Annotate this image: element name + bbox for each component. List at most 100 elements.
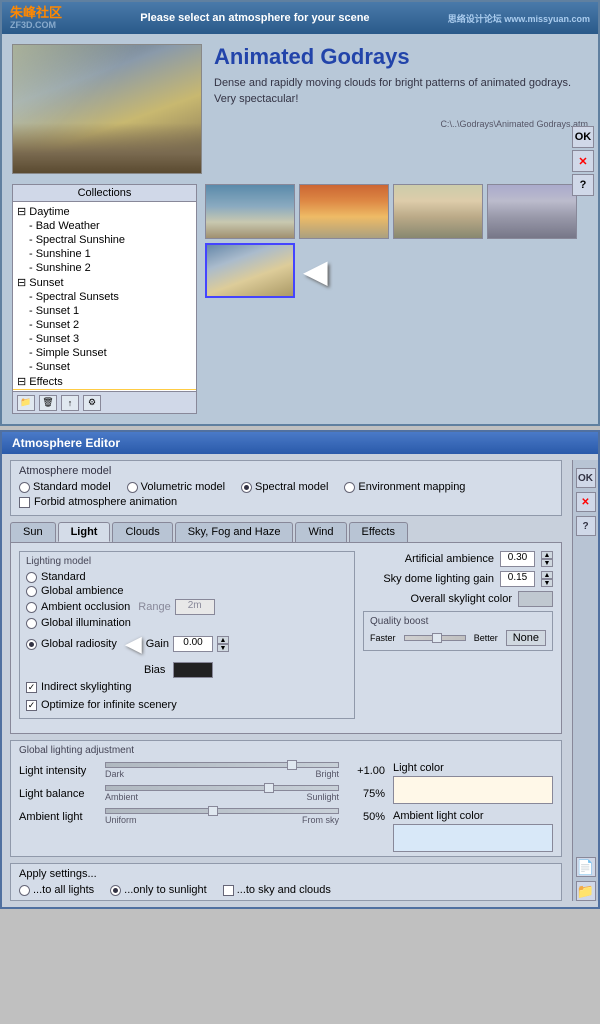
quality-none-btn[interactable]: None [506, 630, 546, 646]
cancel-button-top[interactable]: ✕ [572, 150, 594, 172]
apply-sunlight[interactable]: ...only to sunlight [110, 884, 207, 896]
sky-dome-spinner[interactable]: ▲ ▼ [541, 571, 553, 587]
lm-global-ambience-radio[interactable] [26, 586, 37, 597]
model-volumetric[interactable]: Volumetric model [127, 481, 225, 493]
indirect-sky-checkbox[interactable] [26, 682, 37, 693]
better-label: Better [474, 633, 498, 643]
sd-down[interactable]: ▼ [541, 579, 553, 587]
lm-ambient-occlusion-radio[interactable] [26, 602, 37, 613]
tree-delete-btn[interactable]: 🗑 [39, 395, 57, 411]
apply-sky-clouds[interactable]: ...to sky and clouds [223, 884, 331, 896]
sd-up[interactable]: ▲ [541, 571, 553, 579]
overall-skylight-color[interactable] [518, 591, 553, 607]
lm-global-ambience[interactable]: Global ambience [26, 584, 348, 598]
quality-slider-thumb[interactable] [432, 633, 442, 643]
tab-sun[interactable]: Sun [10, 522, 56, 542]
optimize-infinite-checkbox[interactable] [26, 700, 37, 711]
artificial-ambience-value[interactable]: 0.30 [500, 551, 535, 567]
tree-item-spectral-sunsets[interactable]: - Spectral Sunsets [13, 290, 196, 304]
gain-up[interactable]: ▲ [217, 636, 229, 644]
tab-sky-fog[interactable]: Sky, Fog and Haze [175, 522, 294, 542]
artificial-ambience-spinner[interactable]: ▲ ▼ [541, 551, 553, 567]
light-color-box[interactable] [393, 776, 553, 804]
gain-down[interactable]: ▼ [217, 644, 229, 652]
scene-desc: Dense and rapidly moving clouds for brig… [214, 76, 588, 107]
ok-button-top[interactable]: OK [572, 126, 594, 148]
global-left: Light intensity Dark Bright +1.00 [19, 762, 385, 852]
tree-item-simple-sunset[interactable]: - Simple Sunset [13, 346, 196, 360]
help-button-bottom[interactable]: ? [576, 516, 596, 536]
thumb-active[interactable] [205, 243, 295, 298]
lm-standard-radio[interactable] [26, 572, 37, 583]
tree-settings-btn[interactable]: ⚙ [83, 395, 101, 411]
tree-new-btn[interactable]: 📁 [17, 395, 35, 411]
file-button[interactable]: 📄 [576, 857, 596, 877]
aa-up[interactable]: ▲ [541, 551, 553, 559]
forbid-animation-checkbox[interactable] [19, 497, 30, 508]
apply-all-lights[interactable]: ...to all lights [19, 884, 94, 896]
tree-item-sunshine1[interactable]: - Sunshine 1 [13, 247, 196, 261]
apply-sunlight-radio[interactable] [110, 885, 121, 896]
model-volumetric-radio[interactable] [127, 482, 138, 493]
tree-item-effects[interactable]: ⊟ Effects [13, 374, 196, 389]
tree-item-sunshine2[interactable]: - Sunshine 2 [13, 261, 196, 275]
main-preview[interactable] [12, 44, 202, 174]
gain-input[interactable]: 0.00 [173, 636, 213, 652]
tree-export-btn[interactable]: ↑ [61, 395, 79, 411]
lm-standard[interactable]: Standard [26, 570, 348, 584]
quality-slider-track[interactable] [404, 635, 466, 641]
top-side-buttons: OK ✕ ? [568, 122, 598, 200]
thumb-3[interactable] [393, 184, 483, 239]
light-balance-track[interactable] [105, 785, 339, 791]
model-spectral[interactable]: Spectral model [241, 481, 328, 493]
help-button-top[interactable]: ? [572, 174, 594, 196]
ok-button-bottom[interactable]: OK [576, 468, 596, 488]
light-intensity-thumb[interactable] [287, 760, 297, 770]
ambient-light-color-box[interactable] [393, 824, 553, 852]
tree-item-sunset2[interactable]: - Sunset 2 [13, 318, 196, 332]
tab-effects[interactable]: Effects [349, 522, 408, 542]
lm-global-illumination[interactable]: Global illumination [26, 616, 348, 630]
model-standard-label: Standard model [33, 481, 111, 493]
ambient-light-track[interactable] [105, 808, 339, 814]
sky-dome-value[interactable]: 0.15 [500, 571, 535, 587]
tree-item-badweather[interactable]: - Bad Weather [13, 219, 196, 233]
ambient-light-thumb[interactable] [208, 806, 218, 816]
tree-item-daytime[interactable]: ⊟ Daytime [13, 204, 196, 219]
folder-button[interactable]: 📁 [576, 881, 596, 901]
lm-ambient-occlusion[interactable]: Ambient occlusion Range 2m [26, 598, 348, 616]
tree-item-sunset1[interactable]: - Sunset 1 [13, 304, 196, 318]
tab-clouds[interactable]: Clouds [112, 522, 172, 542]
tab-light[interactable]: Light [58, 522, 111, 542]
tree-item-spectral[interactable]: - Spectral Sunshine [13, 233, 196, 247]
apply-sunlight-label: ...only to sunlight [124, 884, 207, 896]
thumb-4[interactable] [487, 184, 577, 239]
gain-spinner[interactable]: ▲ ▼ [217, 636, 229, 652]
tree-item-sunset3[interactable]: - Sunset 3 [13, 332, 196, 346]
lm-global-illumination-radio[interactable] [26, 618, 37, 629]
tree-item-sunset[interactable]: ⊟ Sunset [13, 275, 196, 290]
model-environment[interactable]: Environment mapping [344, 481, 465, 493]
model-spectral-radio[interactable] [241, 482, 252, 493]
thumb-2[interactable] [299, 184, 389, 239]
model-standard-radio[interactable] [19, 482, 30, 493]
light-balance-thumb[interactable] [264, 783, 274, 793]
cancel-button-bottom[interactable]: ✕ [576, 492, 596, 512]
lm-global-ambience-label: Global ambience [41, 585, 124, 597]
tree-item-sunset-plain[interactable]: - Sunset [13, 360, 196, 374]
model-standard[interactable]: Standard model [19, 481, 111, 493]
thumb-1[interactable] [205, 184, 295, 239]
lm-global-radiosity-radio[interactable] [26, 639, 37, 650]
scene-title: Animated Godrays [214, 44, 588, 70]
tree-item-godrays[interactable]: - Godrays ◀ [13, 389, 196, 390]
indirect-sky-row: Indirect skylighting [26, 678, 348, 696]
range-input[interactable]: 2m [175, 599, 215, 615]
tab-wind[interactable]: Wind [295, 522, 346, 542]
model-environment-radio[interactable] [344, 482, 355, 493]
apply-all-lights-radio[interactable] [19, 885, 30, 896]
light-intensity-track[interactable] [105, 762, 339, 768]
aa-down[interactable]: ▼ [541, 559, 553, 567]
apply-sky-clouds-check[interactable] [223, 885, 234, 896]
bias-color-box[interactable] [173, 662, 213, 678]
lm-global-radiosity[interactable]: Global radiosity ◀ Gain 0.00 ▲ ▼ [26, 630, 348, 658]
